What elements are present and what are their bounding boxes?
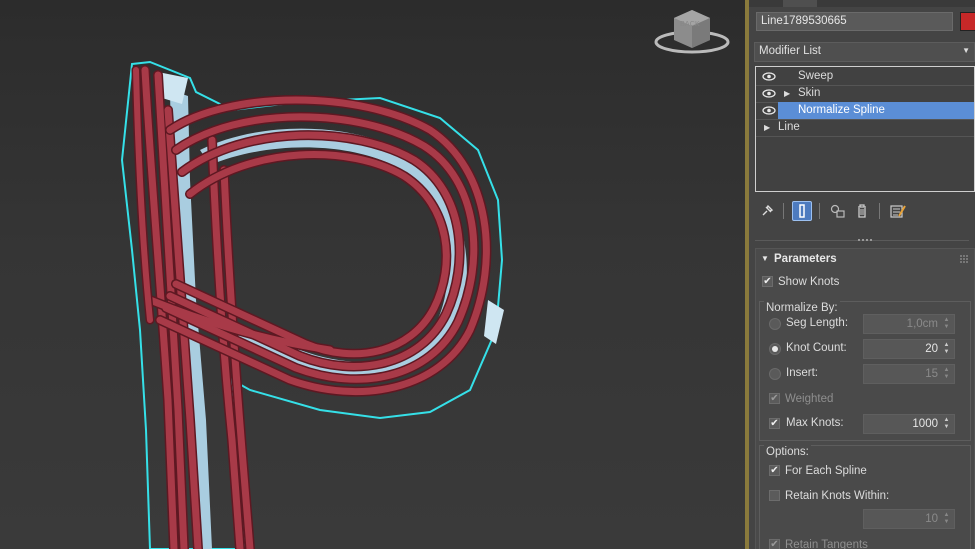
knot-count-label: Knot Count: — [786, 342, 847, 354]
stack-item-label: Skin — [798, 87, 821, 99]
checkbox-empty — [769, 490, 780, 501]
collapse-triangle-icon: ▼ — [761, 254, 769, 263]
knot-count-radio[interactable] — [769, 343, 781, 355]
chevron-down-icon: ▼ — [962, 46, 970, 55]
retain-knots-spinner[interactable]: 10 ▲ ▼ — [863, 509, 955, 529]
seg-length-label: Seg Length: — [786, 317, 849, 329]
knot-count-row: Knot Count: 20 ▲ ▼ — [765, 339, 965, 359]
for-each-spline-label: For Each Spline — [785, 465, 867, 477]
retain-tangents-label: Retain Tangents — [785, 539, 868, 549]
stack-item-normalize-spline[interactable]: Normalize Spline — [756, 102, 974, 119]
expand-triangle-icon[interactable]: ▶ — [764, 119, 770, 136]
options-title: Options: — [764, 445, 811, 459]
stack-toolbar — [749, 199, 975, 223]
eye-icon[interactable] — [762, 68, 776, 85]
checkmark-icon: ✔ — [769, 539, 780, 549]
rollout-grip-icon[interactable] — [960, 255, 968, 263]
divider — [819, 203, 820, 219]
max-knots-value: 1000 — [912, 418, 938, 430]
viewcube-icon[interactable] — [652, 6, 732, 56]
spinner-arrows-icon[interactable]: ▲ ▼ — [942, 317, 951, 331]
3d-viewport[interactable]: BACK — [0, 0, 745, 549]
show-knots-label: Show Knots — [778, 276, 840, 288]
modifier-list-dropdown[interactable]: Modifier List ▼ — [754, 42, 975, 62]
spline-letter-p-model[interactable] — [0, 0, 745, 549]
spinner-arrows-icon[interactable]: ▲ ▼ — [942, 367, 951, 381]
insert-value: 15 — [925, 368, 938, 380]
show-end-result-icon[interactable] — [792, 201, 812, 221]
viewcube-face-label: BACK — [680, 21, 700, 28]
knot-count-spinner[interactable]: 20 ▲ ▼ — [863, 339, 955, 359]
max-knots-checkbox[interactable]: ✔ — [769, 418, 780, 429]
stack-item-sweep[interactable]: Sweep — [756, 68, 974, 85]
stack-item-label: Normalize Spline — [798, 104, 885, 116]
ribbon-tip-right — [484, 300, 504, 344]
resize-grip-icon[interactable] — [858, 238, 872, 242]
stack-item-line[interactable]: ▶ Line — [756, 119, 974, 136]
spinner-arrows-icon[interactable]: ▲ ▼ — [942, 342, 951, 356]
modifier-list-label: Modifier List — [759, 45, 821, 57]
weighted-label: Weighted — [785, 393, 834, 405]
normalize-by-group: Normalize By: Seg Length: 1,0cm ▲ ▼ Knot … — [759, 301, 971, 441]
seg-length-row: Seg Length: 1,0cm ▲ ▼ — [765, 314, 965, 334]
rollout-title: Parameters — [774, 253, 837, 265]
checkmark-icon: ✔ — [769, 393, 780, 404]
eye-icon[interactable] — [762, 102, 776, 119]
command-panel: Line1789530665 Modifier List ▼ Sweep ▶ S… — [749, 0, 975, 549]
knot-count-value: 20 — [925, 343, 938, 355]
insert-label: Insert: — [786, 367, 818, 379]
options-group: Options: ✔ For Each Spline Retain Knots … — [759, 445, 971, 549]
max-knots-label: Max Knots: — [786, 417, 844, 429]
max-knots-spinner[interactable]: 1000 ▲ ▼ — [863, 414, 955, 434]
modifier-stack: Sweep ▶ Skin Normalize Spline ▶ Line — [755, 66, 975, 192]
stack-item-skin[interactable]: ▶ Skin — [756, 85, 974, 102]
remove-modifier-icon[interactable] — [852, 201, 872, 221]
seg-length-radio[interactable] — [769, 318, 781, 330]
object-name-field[interactable]: Line1789530665 — [756, 12, 953, 31]
retain-knots-row: 10 ▲ ▼ — [765, 509, 965, 529]
divider — [879, 203, 880, 219]
tab-modify[interactable] — [783, 0, 817, 7]
seg-length-value: 1,0cm — [906, 318, 938, 330]
insert-radio[interactable] — [769, 368, 781, 380]
normalize-by-title: Normalize By: — [764, 301, 840, 315]
expand-triangle-icon[interactable]: ▶ — [784, 85, 790, 102]
checkmark-icon: ✔ — [769, 465, 780, 476]
configure-modifier-sets-icon[interactable] — [888, 201, 908, 221]
stack-item-label: Sweep — [798, 70, 834, 82]
max-knots-row: ✔ Max Knots: 1000 ▲ ▼ — [765, 414, 965, 434]
eye-icon[interactable] — [762, 85, 776, 102]
spinner-arrows-icon[interactable]: ▲ ▼ — [942, 417, 951, 431]
parameters-rollout: ▼ Parameters ✔ Show Knots Normalize By: … — [755, 248, 975, 549]
divider — [783, 203, 784, 219]
retain-knots-value: 10 — [925, 513, 938, 525]
retain-knots-within-label: Retain Knots Within: — [785, 490, 890, 502]
insert-row: Insert: 15 ▲ ▼ — [765, 364, 965, 384]
seg-length-spinner[interactable]: 1,0cm ▲ ▼ — [863, 314, 955, 334]
divider — [756, 136, 974, 137]
insert-spinner[interactable]: 15 ▲ ▼ — [863, 364, 955, 384]
object-color-swatch[interactable] — [960, 12, 975, 31]
parameters-rollout-header[interactable]: ▼ Parameters — [756, 249, 974, 269]
spinner-arrows-icon[interactable]: ▲ ▼ — [942, 512, 951, 526]
checkmark-icon: ✔ — [762, 276, 773, 287]
command-panel-tabs — [749, 0, 975, 7]
pin-stack-icon[interactable] — [757, 201, 777, 221]
stack-item-label: Line — [778, 121, 800, 133]
make-unique-icon[interactable] — [828, 201, 848, 221]
